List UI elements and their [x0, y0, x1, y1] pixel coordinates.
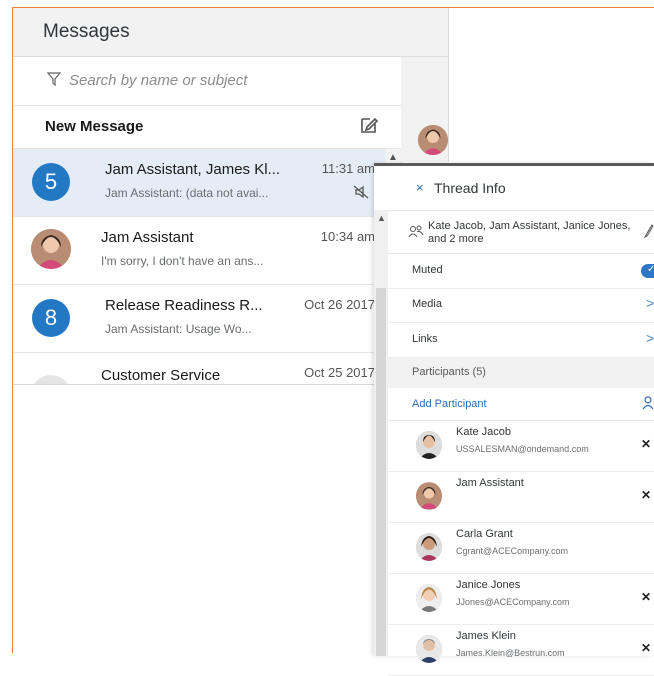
participant-email: James.Klein@Bestrun.com [456, 648, 565, 658]
muted-row: Muted ✓ [388, 254, 654, 289]
scroll-up-icon[interactable]: ▲ [377, 213, 386, 223]
conversation-item[interactable]: Jam Assistant I'm sorry, I don't have an… [13, 217, 385, 285]
conversation-time: Oct 26 2017 [304, 297, 375, 312]
scrollbar-thumb[interactable] [376, 288, 386, 656]
links-label: Links [412, 333, 438, 345]
participant-row: Jam Assistant ✕ [388, 472, 654, 523]
conversation-preview: I'm sorry, I don't have an ans... [101, 254, 264, 268]
thread-info-panel: × Thread Info ▲ Kate Jacob, Jam Assistan… [374, 163, 654, 676]
participant-email: Cgrant@ACECompany.com [456, 546, 569, 556]
conversation-list: 5 Jam Assistant, James Kl... Jam Assista… [13, 149, 385, 384]
conversation-name: Jam Assistant, James Kl... [105, 161, 281, 178]
conversation-time: 11:31 am [321, 161, 375, 176]
avatar [416, 431, 442, 459]
messages-header: Messages [13, 8, 401, 57]
media-row[interactable]: Media > [388, 288, 654, 323]
conversation-header-strip [401, 8, 449, 162]
media-label: Media [412, 298, 442, 310]
remove-participant-icon[interactable]: ✕ [641, 437, 651, 451]
add-participant-link[interactable]: Add Participant [412, 398, 487, 410]
participant-name: Carla Grant [456, 528, 513, 540]
participant-name: James Klein [456, 630, 516, 642]
remove-participant-icon[interactable]: ✕ [641, 590, 651, 604]
participant-name: Jam Assistant [456, 477, 524, 489]
new-message-row[interactable]: New Message [13, 106, 401, 149]
avatar [31, 229, 71, 269]
thread-scrollbar[interactable]: ▲ [374, 210, 388, 656]
messages-panel: Messages Search by name or subject New M… [13, 8, 402, 385]
conversation-item[interactable]: 5 Jam Assistant, James Kl... Jam Assista… [13, 149, 385, 217]
links-row[interactable]: Links > [388, 323, 654, 358]
conversation-name: Customer Service [101, 367, 221, 384]
conversation-item[interactable]: Customer Service Oct 25 2017 [13, 353, 385, 384]
avatar [416, 635, 442, 663]
thread-info-title: Thread Info [434, 180, 506, 196]
unread-badge: 5 [32, 163, 70, 201]
thread-info-header: × Thread Info [388, 166, 654, 211]
add-participant-row[interactable]: Add Participant [388, 388, 654, 421]
unread-badge: 8 [32, 299, 70, 337]
participant-row: Carla Grant Cgrant@ACECompany.com [388, 523, 654, 574]
participant-email: USSALESMAN@ondemand.com [456, 444, 589, 454]
conversation-name: Jam Assistant [101, 229, 194, 246]
conversation-name: Release Readiness R... [105, 297, 263, 314]
avatar [416, 482, 442, 510]
search-bar[interactable]: Search by name or subject [13, 57, 401, 106]
muted-label: Muted [412, 264, 443, 276]
add-person-icon[interactable] [642, 396, 654, 415]
scroll-up-icon[interactable]: ▲ [388, 152, 398, 163]
messages-title: Messages [43, 21, 130, 42]
thread-members: Kate Jacob, Jam Assistant, Janice Jones,… [388, 211, 654, 254]
participant-name: Janice Jones [456, 579, 521, 591]
participants-count: Participants (5) [412, 366, 486, 378]
compose-icon[interactable] [359, 115, 379, 140]
search-input[interactable]: Search by name or subject [69, 72, 247, 89]
remove-participant-icon[interactable]: ✕ [641, 488, 651, 502]
members-summary: Kate Jacob, Jam Assistant, Janice Jones,… [428, 220, 631, 245]
avatar [416, 584, 442, 612]
avatar [31, 375, 71, 384]
participant-row: Janice Jones JJones@ACECompany.com ✕ [388, 574, 654, 625]
check-icon: ✓ [647, 264, 654, 275]
participant-row: James Klein James.Klein@Bestrun.com ✕ [388, 625, 654, 676]
participants-section-header: Participants (5) [388, 358, 654, 388]
avatar[interactable] [418, 125, 448, 155]
new-message-label[interactable]: New Message [45, 118, 143, 135]
divider [401, 56, 448, 57]
group-icon [408, 225, 424, 244]
muted-icon [353, 185, 369, 204]
participant-row: Kate Jacob USSALESMAN@ondemand.com ✕ [388, 421, 654, 472]
close-icon[interactable]: × [416, 180, 424, 195]
conversation-item[interactable]: 8 Release Readiness R... Jam Assistant: … [13, 285, 385, 353]
filter-icon [46, 72, 62, 91]
participant-email: JJones@ACECompany.com [456, 597, 570, 607]
conversation-preview: Jam Assistant: (data not avai... [105, 186, 269, 200]
conversation-preview: Jam Assistant: Usage Wo... [105, 322, 252, 336]
conversation-time: Oct 25 2017 [304, 365, 375, 380]
avatar [416, 533, 442, 561]
muted-toggle[interactable]: ✓ [641, 264, 654, 278]
chevron-right-icon: > [646, 295, 654, 311]
participant-name: Kate Jacob [456, 426, 512, 438]
conversation-time: 10:34 am [320, 229, 375, 244]
chevron-right-icon: > [646, 330, 654, 346]
edit-icon[interactable] [643, 224, 654, 243]
